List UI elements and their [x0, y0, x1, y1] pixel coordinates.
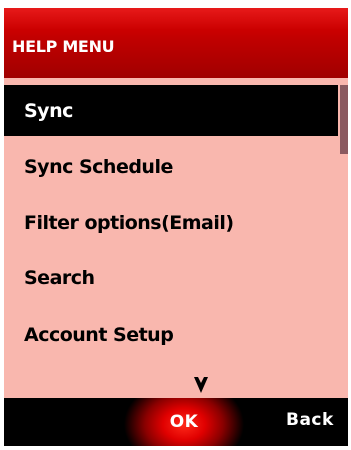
scroll-thumb[interactable]	[340, 85, 348, 154]
menu-item-filter-options[interactable]: Filter options(Email)	[4, 197, 338, 249]
menu-item-label: Account Setup	[24, 324, 174, 346]
back-softkey[interactable]: Back	[286, 410, 334, 430]
scrollbar[interactable]	[338, 85, 348, 395]
title-bar-shine	[4, 8, 348, 30]
menu-item-label: Sync Schedule	[24, 156, 173, 178]
menu-item-label: Sync	[24, 99, 73, 122]
page-title: HELP MENU	[12, 37, 115, 56]
ok-softkey[interactable]: OK	[167, 412, 201, 432]
menu-item-sync-schedule[interactable]: Sync Schedule	[4, 141, 338, 193]
help-menu-list: Sync Sync Schedule Filter options(Email)…	[4, 85, 338, 395]
down-arrow-icon	[194, 377, 208, 393]
menu-item-label: Search	[24, 267, 95, 289]
softkey-bar: OK Back	[4, 398, 348, 446]
menu-item-label: Filter options(Email)	[24, 212, 234, 234]
menu-item-search[interactable]: Search	[4, 252, 338, 304]
title-bar: HELP MENU	[4, 8, 348, 78]
menu-item-account-setup[interactable]: Account Setup	[4, 309, 338, 361]
help-menu-screen: HELP MENU Sync Sync Schedule Filter opti…	[4, 8, 348, 446]
menu-item-sync[interactable]: Sync	[4, 85, 338, 136]
